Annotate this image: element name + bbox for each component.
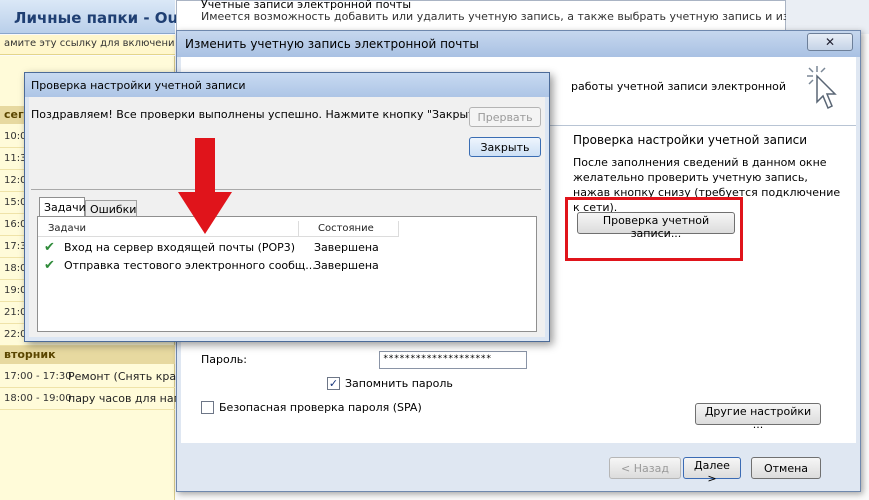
success-message: Поздравляем! Все проверки выполнены успе… [31,108,490,121]
column-header-tasks[interactable]: Задачи [48,223,86,234]
window-edge [786,0,869,34]
calendar-entry-time: 17:00 - 17:30 [4,371,72,382]
account-settings-panel: Учетные записи электронной почты Имеется… [176,0,831,34]
column-separator [398,221,399,237]
dialog-title: Изменить учетную запись электронной почт… [185,37,479,51]
close-button[interactable]: Закрыть [469,137,541,157]
calendar-day-label: вторник [4,348,56,361]
check-icon: ✔ [44,240,55,255]
test-settings-heading: Проверка настройки учетной записи [573,133,808,147]
remember-password-label[interactable]: Запомнить пароль [345,377,453,390]
task-name: Вход на сервер входящей почты (POP3) [64,241,296,254]
account-check-dialog: Проверка настройки учетной записи Поздра… [24,72,550,342]
spa-checkbox[interactable] [201,401,214,414]
highlight-frame [565,197,743,261]
info-bar[interactable]: амите эту ссылку для включени [0,35,175,55]
next-button[interactable]: Далее > [683,457,741,485]
task-row[interactable]: ✔ Отправка тестового электронного сообщ.… [38,257,398,275]
red-arrow-icon [178,138,232,234]
dialog-titlebar: Изменить учетную запись электронной почт… [177,31,860,57]
outlook-title: Личные папки - Ou [14,9,179,27]
task-status: Завершена [314,259,379,272]
check-dialog-title: Проверка настройки учетной записи [31,79,246,92]
close-icon[interactable]: ✕ [807,33,853,51]
info-bar-text: амите эту ссылку для включени [4,38,175,49]
remember-password-checkbox[interactable]: ✓ [327,377,340,390]
outlook-titlebar: Личные папки - Ou [0,0,179,34]
stop-button[interactable]: Прервать [469,107,541,127]
account-panel-description: Имеется возможность добавить или удалить… [201,10,832,23]
tab-errors[interactable]: Ошибки [85,200,137,217]
header-text: работы учетной записи электронной [571,80,787,93]
check-dialog-titlebar: Проверка настройки учетной записи [25,73,549,97]
cancel-button[interactable]: Отмена [751,457,821,479]
spa-label[interactable]: Безопасная проверка пароля (SPA) [219,401,422,414]
back-button[interactable]: < Назад [609,457,681,479]
calendar-day-header[interactable]: вторник [0,346,175,364]
task-name: Отправка тестового электронного сообщ... [64,259,316,272]
password-label: Пароль: [201,353,247,366]
calendar-entry-text: Ремонт (Снять крас [68,370,183,383]
calendar-entry-time: 18:00 - 19:00 [4,393,72,404]
column-header-status[interactable]: Состояние [318,223,374,234]
task-status: Завершена [314,241,379,254]
check-icon: ✔ [44,258,55,273]
calendar-entry[interactable]: 17:00 - 17:30 Ремонт (Снять крас [0,366,182,388]
cursor-icon [807,66,837,110]
calendar-day-label: сег [4,108,24,121]
tasks-list: Задачи Состояние ✔ Вход на сервер входящ… [37,216,537,332]
check-dialog-body: Поздравляем! Все проверки выполнены успе… [29,97,545,337]
column-separator [298,221,299,237]
calendar-entry[interactable]: 18:00 - 19:00 пару часов для нап [0,388,181,410]
check-separator [31,189,541,190]
tab-tasks[interactable]: Задачи [39,197,86,217]
calendar-entry-text: пару часов для нап [68,392,181,405]
other-settings-button[interactable]: Другие настройки ... [695,403,821,431]
password-field[interactable]: ******************** [379,351,527,369]
task-row[interactable]: ✔ Вход на сервер входящей почты (POP3) З… [38,239,398,257]
